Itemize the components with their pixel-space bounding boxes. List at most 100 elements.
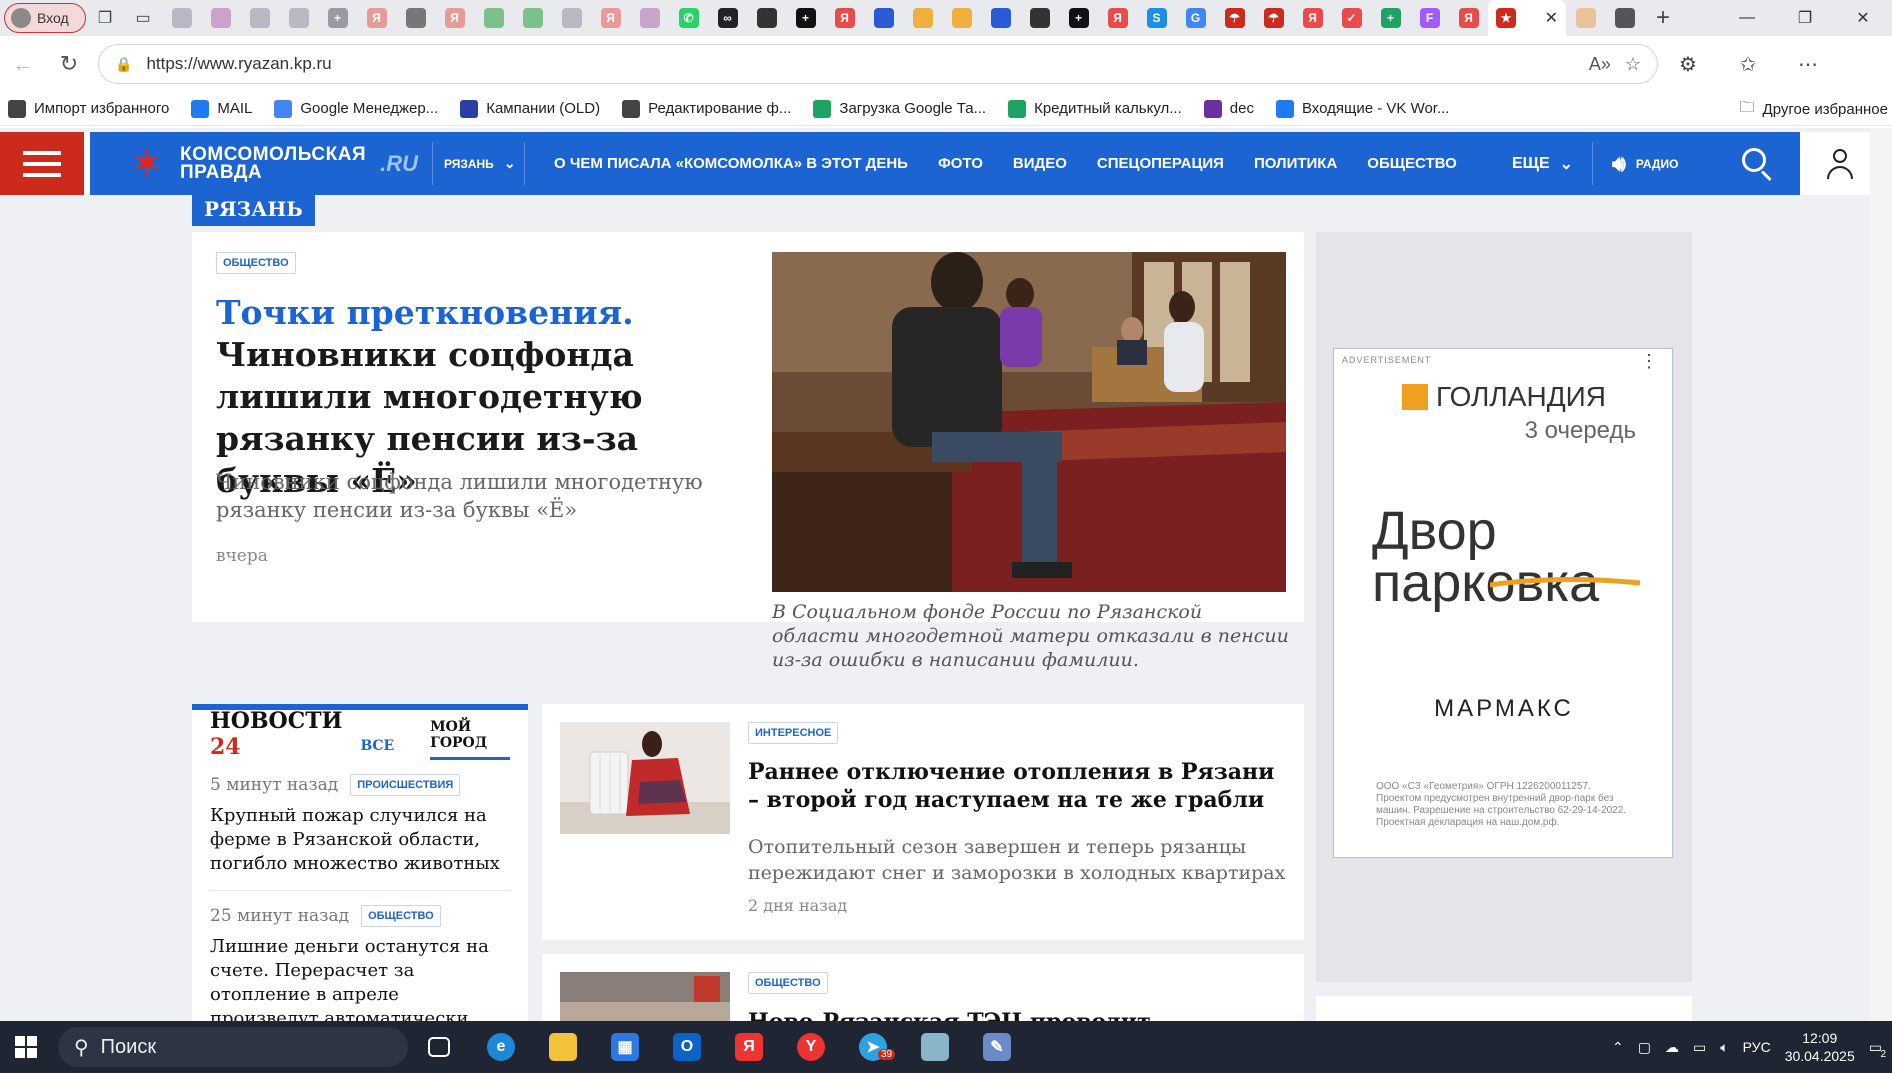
workspaces-icon[interactable]: ❐ (86, 0, 124, 36)
tab[interactable] (240, 0, 279, 36)
outlook-icon[interactable]: O (656, 1021, 718, 1073)
tab[interactable]: ☂ (1254, 0, 1293, 36)
battery-icon[interactable]: ▭ (1693, 1039, 1706, 1056)
news24-text[interactable]: Лишние деньги останутся на счете. Перера… (210, 935, 510, 1021)
tab[interactable] (903, 0, 942, 36)
advertisement-banner[interactable]: ADVERTISEMENT ⋮ ГОЛЛАНДИЯ 3 очередь Двор… (1333, 348, 1673, 858)
tab[interactable]: + (786, 0, 825, 36)
profile-button[interactable]: Вход (4, 3, 86, 33)
tab[interactable] (1605, 0, 1644, 36)
tab[interactable] (201, 0, 240, 36)
tab[interactable]: F (1410, 0, 1449, 36)
article-card[interactable]: ИНТЕРЕСНОЕ Раннее отключение отопления в… (542, 704, 1304, 940)
close-window-icon[interactable]: ✕ (1834, 0, 1892, 36)
tab[interactable]: ✓ (1332, 0, 1371, 36)
tab[interactable] (474, 0, 513, 36)
more-menu-icon[interactable]: ⋯ (1778, 44, 1838, 84)
bookmark-item[interactable]: Кампании (OLD) (460, 99, 600, 118)
more-menu[interactable]: ЕЩЕ ⌄ (1512, 132, 1573, 195)
article-title[interactable]: Ново-Рязанская ТЭЦ проводит открытый кон… (748, 1008, 1288, 1021)
tab[interactable]: ☂ (1215, 0, 1254, 36)
new-tab-button[interactable]: + (1644, 0, 1682, 36)
news24-text[interactable]: Крупный пожар случился на ферме в Рязанс… (210, 804, 510, 876)
back-button[interactable]: ← (0, 44, 46, 84)
tab[interactable]: + (1059, 0, 1098, 36)
volume-icon[interactable]: 🔈︎ (1720, 1039, 1728, 1056)
article-tag[interactable]: ИНТЕРЕСНОЕ (748, 722, 839, 744)
radio-button[interactable]: 🔊︎ РАДИО (1612, 132, 1678, 195)
tab[interactable]: + (1371, 0, 1410, 36)
nav-item[interactable]: ФОТО (938, 155, 983, 172)
tab[interactable] (513, 0, 552, 36)
article-thumbnail[interactable] (560, 722, 730, 834)
tab[interactable] (1020, 0, 1059, 36)
search-icon[interactable] (1740, 146, 1774, 182)
tab[interactable] (162, 0, 201, 36)
tab[interactable] (630, 0, 669, 36)
tab[interactable] (747, 0, 786, 36)
bookmark-item[interactable]: Загрузка Google Та... (813, 99, 986, 118)
extensions-icon[interactable]: ⚙ (1658, 44, 1718, 84)
tab[interactable]: ✆ (669, 0, 708, 36)
news24-tag[interactable]: ПРОИСШЕСТВИЯ (350, 774, 461, 796)
tab-my-city[interactable]: МОЙ ГОРОД (430, 719, 510, 760)
tab[interactable] (864, 0, 903, 36)
tab[interactable]: Я (825, 0, 864, 36)
bookmark-item[interactable]: Входящие - VK Wor... (1275, 99, 1449, 118)
task-view-icon[interactable] (408, 1021, 470, 1073)
bookmark-item[interactable]: dec (1203, 99, 1254, 118)
other-bookmarks[interactable]: 🗀 Другое избранное (1740, 92, 1892, 126)
nav-item[interactable]: СПЕЦОПЕРАЦИЯ (1097, 155, 1224, 172)
file-explorer-icon[interactable] (532, 1021, 594, 1073)
nav-item[interactable]: ВИДЕО (1013, 155, 1067, 172)
bookmark-item[interactable]: Импорт избранного (8, 99, 169, 118)
tab[interactable] (942, 0, 981, 36)
windows-start-icon[interactable] (0, 1021, 52, 1073)
tab[interactable]: ∞ (708, 0, 747, 36)
nav-item[interactable]: ОБЩЕСТВО (1367, 155, 1457, 172)
scrollbar[interactable] (1870, 128, 1892, 1021)
menu-burger-icon[interactable] (0, 132, 84, 195)
yandex-browser-icon[interactable]: Y (780, 1021, 842, 1073)
region-select[interactable]: РЯЗАНЬ ⌄ (444, 132, 516, 195)
article-title[interactable]: Раннее отключение отопления в Рязани – в… (748, 758, 1288, 814)
language-indicator[interactable]: РУС (1743, 1039, 1771, 1055)
tab[interactable]: + (318, 0, 357, 36)
hero-article[interactable]: ОБЩЕСТВО Точки преткновения. Чиновники с… (192, 232, 1304, 671)
tab[interactable]: Я (357, 0, 396, 36)
tab[interactable]: Я (435, 0, 474, 36)
favorite-star-icon[interactable]: ☆ (1625, 54, 1641, 75)
tab[interactable]: Я (1098, 0, 1137, 36)
read-aloud-icon[interactable]: A» (1589, 54, 1611, 75)
ad-options-icon[interactable]: ⋮ (1640, 352, 1658, 370)
chevron-up-icon[interactable]: ⌃ (1612, 1039, 1624, 1056)
telegram-icon[interactable]: ➤ 39 (842, 1021, 904, 1073)
nav-item[interactable]: ПОЛИТИКА (1254, 155, 1337, 172)
article-tag[interactable]: ОБЩЕСТВО (748, 972, 828, 994)
region-badge[interactable]: РЯЗАНЬ (192, 194, 315, 226)
paint-icon[interactable]: ✎ (966, 1021, 1028, 1073)
close-tab-icon[interactable]: ✕ (1545, 8, 1558, 28)
favorites-icon[interactable]: ✩ (1718, 44, 1778, 84)
tab[interactable] (552, 0, 591, 36)
notes-icon[interactable] (904, 1021, 966, 1073)
reload-button[interactable]: ↻ (46, 44, 92, 84)
tab[interactable]: S (1137, 0, 1176, 36)
tab-all[interactable]: ВСЕ (361, 738, 395, 760)
tab[interactable] (1566, 0, 1605, 36)
cloud-icon[interactable]: ☁ (1665, 1039, 1679, 1056)
tab[interactable] (981, 0, 1020, 36)
tab-active[interactable]: ★ ✕ (1488, 0, 1566, 36)
news24-item[interactable]: 25 минут назад ОБЩЕСТВО Лишние деньги оста… (210, 891, 510, 1021)
news24-title[interactable]: НОВОСТИ 24 (210, 708, 343, 760)
article-card[interactable]: ОБЩЕСТВО Ново-Рязанская ТЭЦ проводит отк… (542, 954, 1304, 1021)
article-thumbnail[interactable] (560, 972, 730, 1021)
notifications-icon[interactable]: ▭ 2 (1869, 1039, 1886, 1060)
bookmark-item[interactable]: Редактирование ф... (622, 99, 791, 118)
address-bar[interactable]: 🔒 https://www.ryazan.kp.ru A» ☆ (98, 44, 1658, 84)
taskbar-search[interactable]: ⚲ Поиск (58, 1027, 408, 1067)
lock-icon[interactable]: 🔒 (115, 56, 132, 73)
tab[interactable]: Я (1449, 0, 1488, 36)
meet-now-icon[interactable]: ▢ (1638, 1039, 1651, 1056)
tab[interactable]: Я (591, 0, 630, 36)
